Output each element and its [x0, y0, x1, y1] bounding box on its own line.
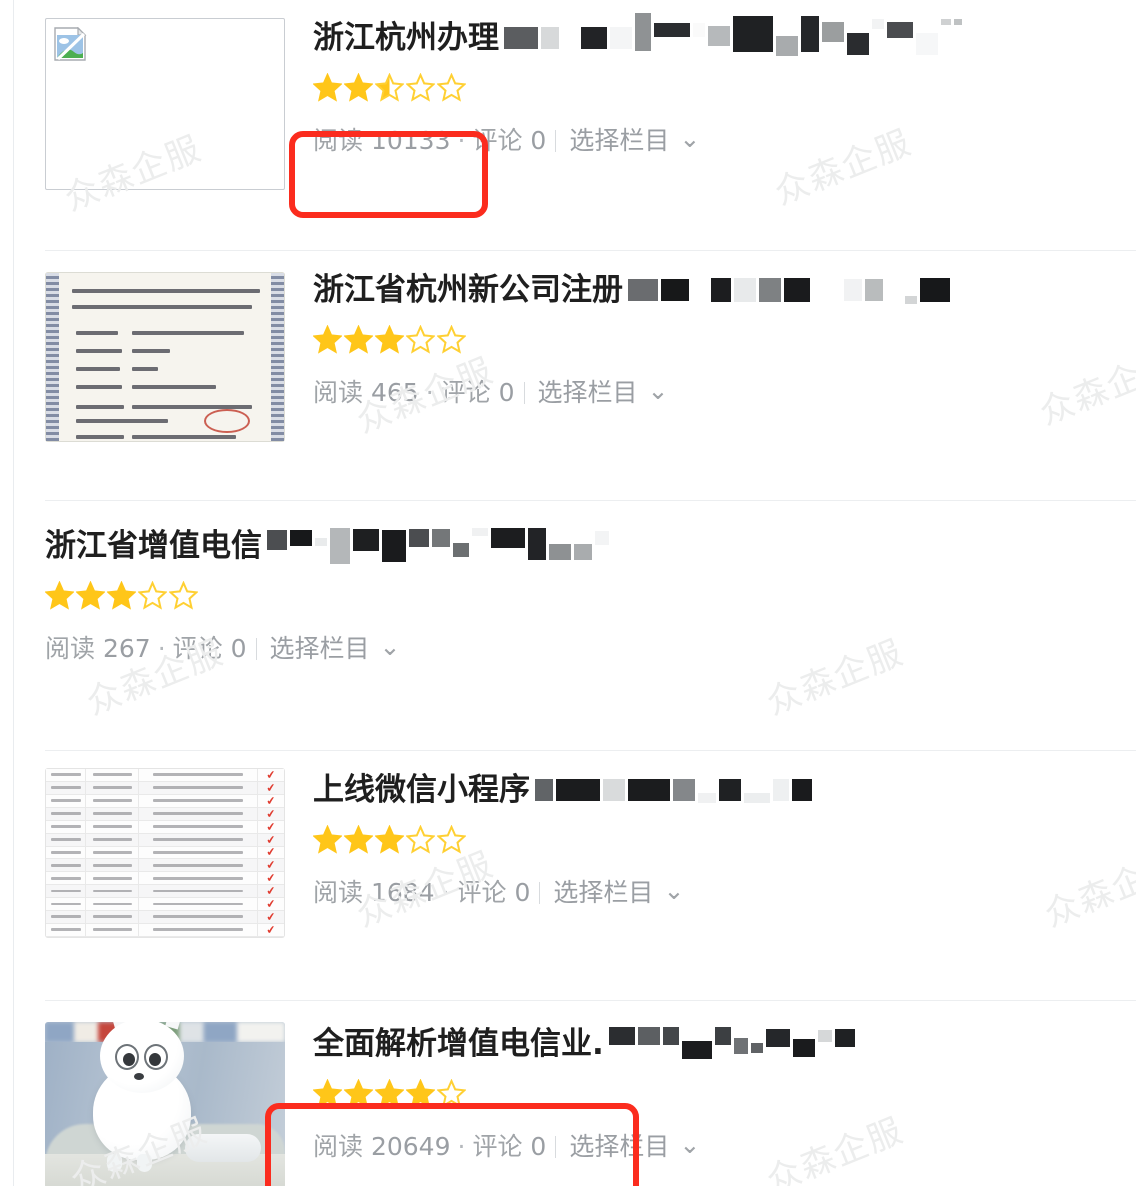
meta-dot-separator: · [457, 1132, 466, 1161]
star-icon[interactable] [312, 1078, 343, 1108]
star-icon[interactable] [44, 580, 75, 610]
chevron-down-icon[interactable]: ⌄ [679, 120, 700, 158]
article-title[interactable]: 浙江省增值电信 [45, 522, 1136, 570]
star-icon[interactable] [343, 324, 374, 354]
redacted-title-blocks [501, 13, 962, 60]
comment-count: 0 [530, 1132, 547, 1161]
article-title-text: 全面解析增值电信业. [313, 1026, 604, 1062]
star-icon[interactable] [343, 72, 374, 102]
chevron-down-icon[interactable]: ⌄ [679, 1126, 700, 1164]
read-count: 10133 [370, 126, 451, 155]
rating-stars[interactable] [312, 324, 1136, 356]
article-title[interactable]: 全面解析增值电信业. [313, 1020, 1136, 1068]
article-text-column: 全面解析增值电信业. 阅读 20649 · 评论 0 选择栏目 ⌄ [285, 1000, 1136, 1164]
comment-label: 评论 [472, 1132, 523, 1161]
article-title[interactable]: 浙江省杭州新公司注册 [313, 266, 1136, 314]
select-column-dropdown[interactable]: 选择栏目 [553, 878, 653, 907]
star-icon[interactable] [312, 824, 343, 854]
article-meta: 阅读 20649 · 评论 0 选择栏目 ⌄ [313, 1126, 1136, 1164]
article-title-text: 浙江省杭州新公司注册 [313, 272, 623, 308]
article-title[interactable]: 上线微信小程序 [313, 766, 1136, 814]
row-divider [45, 1000, 1136, 1001]
star-icon[interactable] [405, 324, 436, 354]
rating-stars[interactable] [312, 824, 1136, 856]
article-title-text: 浙江杭州办理 [313, 20, 499, 56]
star-icon[interactable] [436, 1078, 467, 1108]
comment-count: 0 [230, 634, 247, 663]
select-column-dropdown[interactable]: 选择栏目 [569, 1132, 669, 1161]
table-thumbnail-art: ✔ ✔ ✔ ✔ ✔ ✔ ✔ ✔ ✔ ✔ ✔ ✔ ✔ [45, 768, 285, 938]
comment-count: 0 [498, 378, 515, 407]
comment-count: 0 [514, 878, 531, 907]
star-icon[interactable] [106, 580, 137, 610]
redacted-title-blocks [625, 268, 950, 312]
read-label: 阅读 [45, 634, 96, 663]
article-row[interactable]: 浙江省增值电信 阅读 267 · 评论 0 选择栏目 ⌄ [0, 500, 1136, 750]
article-row[interactable]: 浙江省杭州新公司注册 阅读 465 · 评论 0 选择栏目 ⌄ [0, 250, 1136, 500]
row-divider [45, 500, 1136, 501]
meta-vertical-divider [523, 382, 525, 404]
select-column-dropdown[interactable]: 选择栏目 [569, 126, 669, 155]
meta-vertical-divider [555, 130, 557, 152]
star-icon[interactable] [405, 72, 436, 102]
article-text-column: 浙江杭州办理阅读 10133 · 评论 0 选择栏目 ⌄ [285, 0, 1136, 158]
comment-count: 0 [530, 126, 547, 155]
meta-vertical-divider [255, 638, 257, 660]
select-column-dropdown[interactable]: 选择栏目 [270, 634, 370, 663]
meta-vertical-divider [539, 882, 541, 904]
meta-vertical-divider [555, 1136, 557, 1158]
star-icon[interactable] [137, 580, 168, 610]
star-icon[interactable] [374, 1078, 405, 1108]
redacted-title-blocks [606, 1022, 855, 1066]
row-divider [45, 750, 1136, 751]
chevron-down-icon[interactable]: ⌄ [380, 628, 401, 666]
certificate-thumbnail-art [45, 272, 285, 442]
article-title[interactable]: 浙江杭州办理 [313, 13, 1136, 62]
read-count: 20649 [370, 1132, 451, 1161]
read-label: 阅读 [313, 126, 364, 155]
table-thumbnail[interactable]: ✔ ✔ ✔ ✔ ✔ ✔ ✔ ✔ ✔ ✔ ✔ ✔ ✔ [45, 768, 285, 938]
star-icon[interactable] [75, 580, 106, 610]
star-icon[interactable] [343, 1078, 374, 1108]
article-row[interactable]: 浙江杭州办理阅读 10133 · 评论 0 选择栏目 ⌄ [0, 0, 1136, 250]
row-divider [45, 250, 1136, 251]
star-icon[interactable] [312, 324, 343, 354]
star-icon[interactable] [374, 324, 405, 354]
certificate-thumbnail[interactable] [45, 272, 285, 442]
article-list-page: 浙江杭州办理 阅读 10133 · 评论 0 选择栏目 ⌄ 浙江省杭州新公司注册 阅读 465… [0, 0, 1136, 1186]
comment-label: 评论 [472, 126, 523, 155]
rating-stars[interactable] [44, 580, 1136, 612]
star-icon[interactable] [374, 824, 405, 854]
star-icon[interactable] [405, 824, 436, 854]
select-column-dropdown[interactable]: 选择栏目 [538, 378, 638, 407]
star-icon[interactable] [343, 824, 374, 854]
article-row[interactable]: ✔ ✔ ✔ ✔ ✔ ✔ ✔ ✔ ✔ ✔ ✔ ✔ ✔ 上线微信小程序 阅读 1684 · 评论 0 选择栏目 ⌄ [0, 750, 1136, 1000]
read-label: 阅读 [313, 1132, 364, 1161]
rating-stars[interactable] [312, 72, 1136, 104]
meta-dot-separator: · [457, 126, 466, 155]
rating-stars[interactable] [312, 1078, 1136, 1110]
chevron-down-icon[interactable]: ⌄ [648, 372, 669, 410]
star-icon[interactable] [312, 72, 343, 102]
chevron-down-icon[interactable]: ⌄ [663, 872, 684, 910]
article-title-text: 浙江省增值电信 [45, 528, 262, 564]
star-icon[interactable] [405, 1078, 436, 1108]
article-title-text: 上线微信小程序 [313, 772, 530, 808]
redacted-title-blocks [264, 524, 609, 568]
star-icon[interactable] [168, 580, 199, 610]
star-icon[interactable] [374, 72, 405, 102]
article-meta: 阅读 10133 · 评论 0 选择栏目 ⌄ [313, 120, 1136, 158]
redacted-title-blocks [532, 768, 812, 812]
star-icon[interactable] [436, 72, 467, 102]
broken-image-icon [54, 26, 88, 61]
